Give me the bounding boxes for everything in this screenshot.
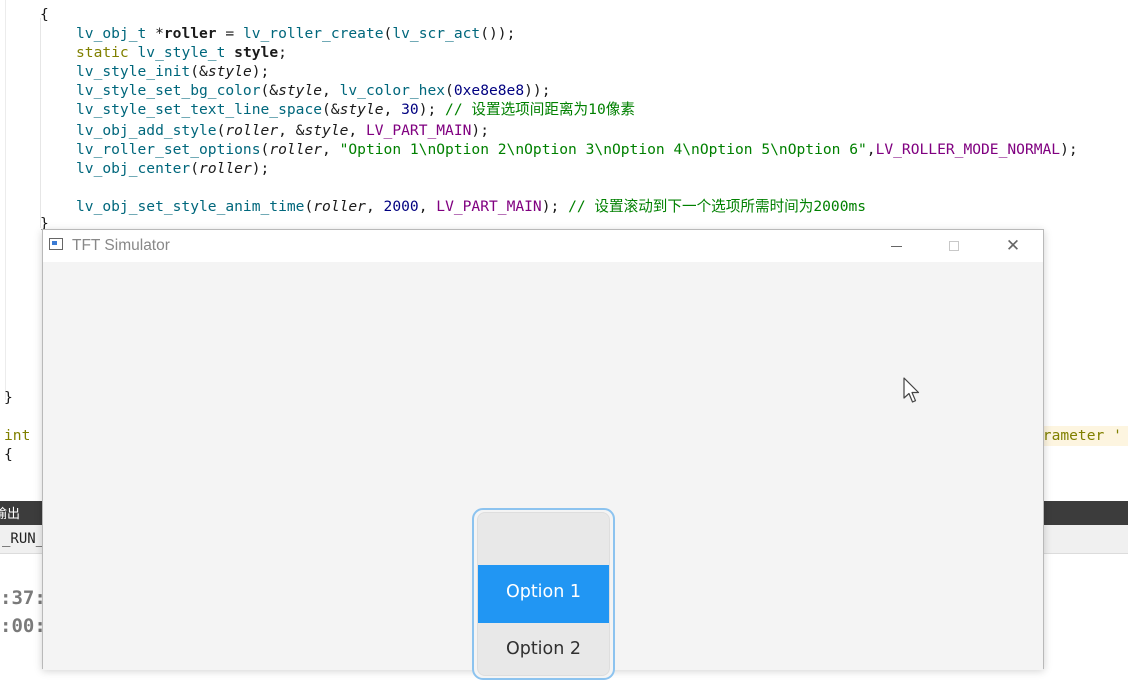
code-line-6: lv_obj_add_style(roller, &style, LV_PART…: [76, 122, 489, 139]
close-button[interactable]: ✕: [990, 230, 1036, 262]
output-run-label: _RUN_: [2, 531, 45, 547]
minimize-button[interactable]: [873, 230, 919, 262]
code-line-2: static lv_style_t style;: [76, 44, 287, 61]
roller-option-2[interactable]: Option 2: [478, 639, 609, 659]
close-icon: ✕: [1005, 235, 1021, 256]
code-line-9: lv_obj_set_style_anim_time(roller, 2000,…: [76, 198, 867, 215]
window-titlebar[interactable]: TFT Simulator ✕: [43, 230, 1043, 262]
simulator-screen[interactable]: Option 1 Option 2: [43, 262, 1043, 680]
code-line-4: lv_style_set_bg_color(&style, lv_color_h…: [76, 82, 551, 99]
fold-guide: [5, 0, 6, 400]
parameter-hint: arameter ': [1034, 426, 1128, 446]
maximize-icon: [949, 241, 959, 251]
minimize-icon: [890, 245, 902, 247]
indent-guide: [40, 18, 41, 228]
code-line-5: lv_style_set_text_line_space(&style, 30)…: [76, 101, 635, 118]
opening-brace: {: [4, 446, 13, 463]
roller-widget[interactable]: Option 1 Option 2: [477, 512, 610, 676]
output-time-1: :37:: [0, 587, 46, 609]
code-line-1: lv_obj_t *roller = lv_roller_create(lv_s…: [76, 25, 516, 42]
simulator-window: TFT Simulator ✕ Option 1 Option 2: [42, 229, 1044, 680]
output-panel-title[interactable]: 输出: [0, 503, 20, 522]
output-time-2: :00:: [0, 615, 46, 637]
mouse-cursor-icon: [903, 377, 920, 403]
closing-brace-outer: }: [4, 389, 13, 406]
roller-option-1[interactable]: Option 1: [478, 582, 609, 602]
code-line-0: {: [40, 6, 49, 23]
window-title: TFT Simulator: [72, 237, 170, 254]
int-keyword: int: [4, 427, 31, 444]
code-line-3: lv_style_init(&style);: [76, 63, 270, 80]
code-line-8: lv_obj_center(roller);: [76, 160, 270, 177]
code-line-7: lv_roller_set_options(roller, "Option 1\…: [76, 141, 1078, 158]
window-app-icon: [49, 238, 63, 250]
maximize-button[interactable]: [931, 230, 977, 262]
